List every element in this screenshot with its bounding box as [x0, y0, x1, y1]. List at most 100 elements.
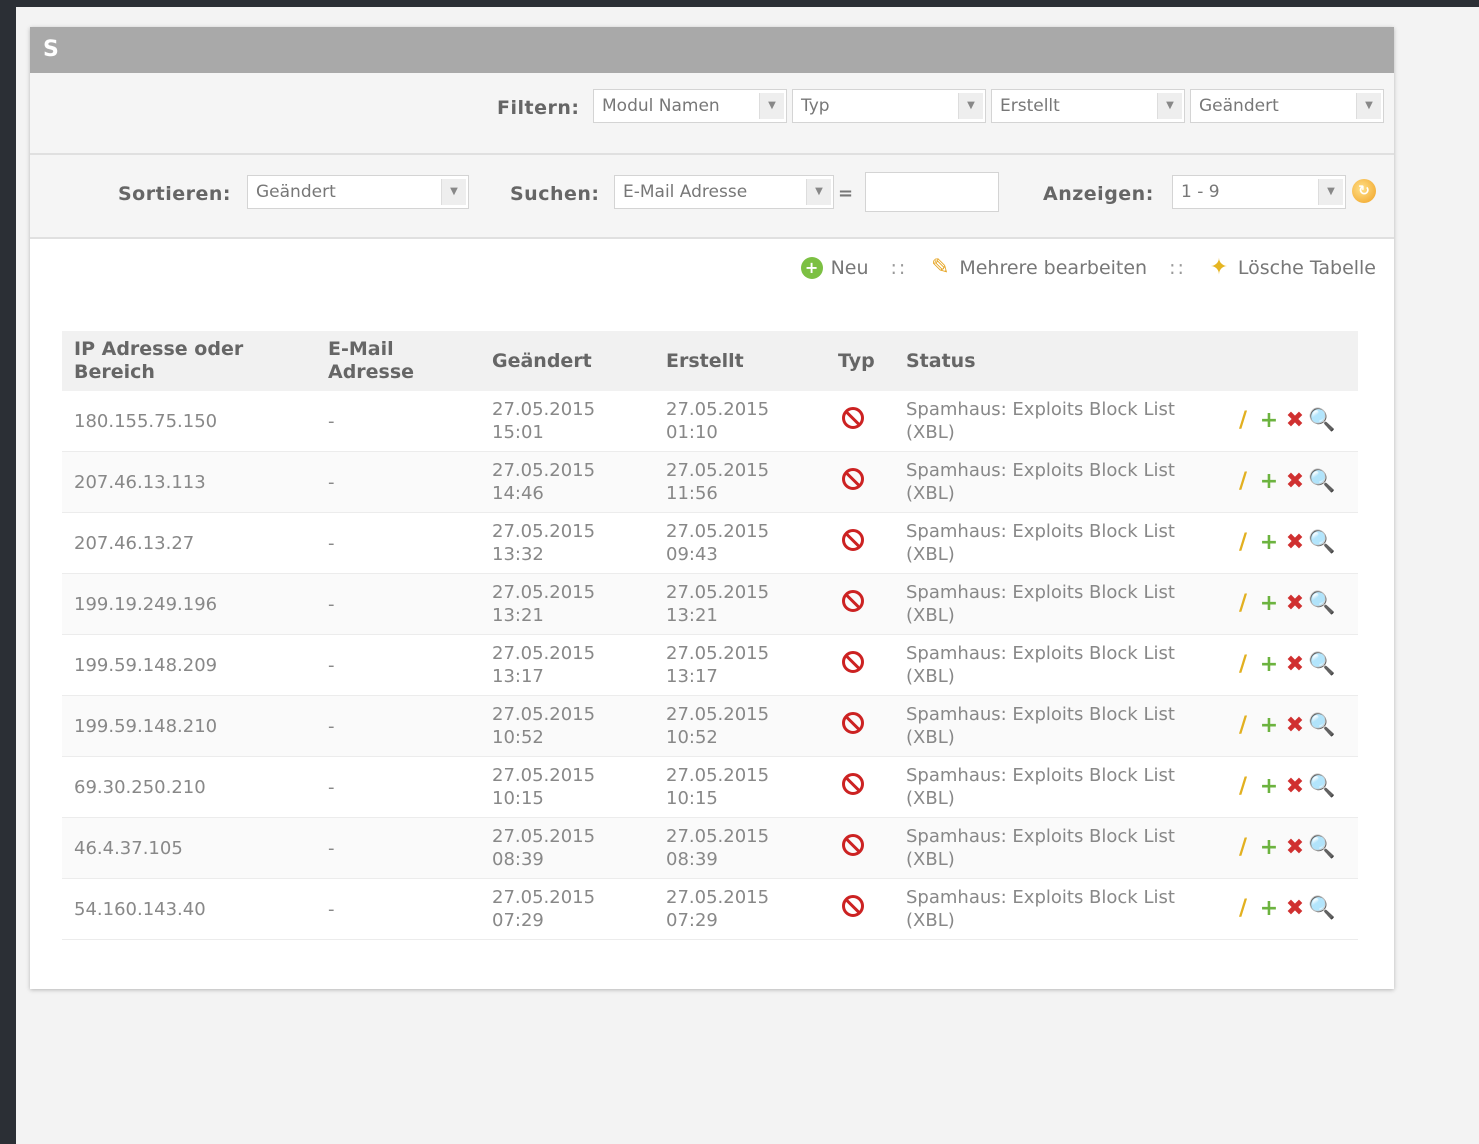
cell-ip: 199.19.249.196	[62, 573, 316, 635]
cell-type	[826, 634, 894, 696]
magnifier-icon[interactable]: 🔍	[1308, 714, 1335, 737]
header-status[interactable]: Status	[894, 331, 1218, 391]
cell-email: -	[316, 817, 480, 879]
cell-ip: 199.59.148.210	[62, 695, 316, 757]
multi-edit-button[interactable]: ✎ Mehrere bearbeiten	[929, 257, 1147, 280]
pencil-icon[interactable]: /	[1230, 592, 1256, 615]
cell-status: Spamhaus: Exploits Block List (XBL)	[894, 512, 1218, 574]
plus-icon[interactable]: +	[1256, 409, 1282, 432]
cell-email: -	[316, 878, 480, 940]
plus-icon[interactable]: +	[1256, 836, 1282, 859]
cell-status: Spamhaus: Exploits Block List (XBL)	[894, 878, 1218, 940]
cell-email: -	[316, 634, 480, 696]
cell-actions: / + ✖ 🔍	[1218, 512, 1358, 574]
pencil-icon[interactable]: /	[1230, 470, 1256, 493]
magnifier-icon[interactable]: 🔍	[1308, 897, 1335, 920]
cell-ip: 207.46.13.113	[62, 451, 316, 513]
show-count-select[interactable]: 1 - 9 ▼	[1172, 175, 1346, 209]
header-ip[interactable]: IP Adresse oder Bereich	[62, 331, 316, 391]
clear-table-button[interactable]: ✦ Lösche Tabelle	[1208, 257, 1376, 280]
delete-icon[interactable]: ✖	[1282, 592, 1308, 615]
cell-modified: 27.05.2015 14:46	[480, 451, 654, 513]
plus-icon[interactable]: +	[1256, 531, 1282, 554]
refresh-icon[interactable]: ↻	[1352, 179, 1376, 203]
cell-created: 27.05.2015 10:15	[654, 756, 826, 818]
plus-icon[interactable]: +	[1256, 470, 1282, 493]
new-button[interactable]: + Neu	[800, 257, 869, 279]
header-created[interactable]: Erstellt	[654, 331, 826, 391]
blocked-icon	[842, 407, 864, 429]
cell-actions: / + ✖ 🔍	[1218, 878, 1358, 940]
plus-circle-icon: +	[800, 257, 823, 279]
delete-icon[interactable]: ✖	[1282, 897, 1308, 920]
magnifier-icon[interactable]: 🔍	[1308, 775, 1335, 798]
pencil-icon[interactable]: /	[1230, 714, 1256, 737]
table-row: 54.160.143.40 - 27.05.2015 07:29 27.05.2…	[62, 878, 1358, 940]
cell-created: 27.05.2015 11:56	[654, 451, 826, 513]
blocked-icon	[842, 529, 864, 551]
pencil-icon[interactable]: /	[1230, 897, 1256, 920]
cell-email: -	[316, 573, 480, 635]
cell-created: 27.05.2015 13:17	[654, 634, 826, 696]
chevron-down-icon: ▼	[958, 93, 983, 119]
blocked-icon	[842, 468, 864, 490]
plus-icon[interactable]: +	[1256, 897, 1282, 920]
cell-created: 27.05.2015 09:43	[654, 512, 826, 574]
delete-icon[interactable]: ✖	[1282, 714, 1308, 737]
delete-icon[interactable]: ✖	[1282, 531, 1308, 554]
plus-icon[interactable]: +	[1256, 653, 1282, 676]
cell-actions: / + ✖ 🔍	[1218, 695, 1358, 757]
magnifier-icon[interactable]: 🔍	[1308, 653, 1335, 676]
cell-actions: / + ✖ 🔍	[1218, 391, 1358, 452]
header-email[interactable]: E-Mail Adresse	[316, 331, 480, 391]
header-type[interactable]: Typ	[826, 331, 894, 391]
delete-icon[interactable]: ✖	[1282, 653, 1308, 676]
plus-icon[interactable]: +	[1256, 714, 1282, 737]
pencil-icon[interactable]: /	[1230, 531, 1256, 554]
cell-type	[826, 391, 894, 452]
cell-actions: / + ✖ 🔍	[1218, 817, 1358, 879]
pencil-icon[interactable]: /	[1230, 775, 1256, 798]
search-label: Suchen:	[510, 183, 600, 205]
magnifier-icon[interactable]: 🔍	[1308, 409, 1335, 432]
pencil-icon[interactable]: /	[1230, 653, 1256, 676]
plus-icon[interactable]: +	[1256, 775, 1282, 798]
magnifier-icon[interactable]: 🔍	[1308, 836, 1335, 859]
sort-select[interactable]: Geändert ▼	[247, 175, 469, 209]
magnifier-icon[interactable]: 🔍	[1308, 592, 1335, 615]
search-field-select[interactable]: E-Mail Adresse ▼	[614, 175, 834, 209]
chevron-down-icon: ▼	[1356, 93, 1381, 119]
cell-status: Spamhaus: Exploits Block List (XBL)	[894, 391, 1218, 452]
plus-icon[interactable]: +	[1256, 592, 1282, 615]
cell-ip: 46.4.37.105	[62, 817, 316, 879]
delete-icon[interactable]: ✖	[1282, 470, 1308, 493]
cell-type	[826, 451, 894, 513]
delete-icon[interactable]: ✖	[1282, 409, 1308, 432]
table-row: 207.46.13.113 - 27.05.2015 14:46 27.05.2…	[62, 451, 1358, 513]
table-actions: + Neu :: ✎ Mehrere bearbeiten :: ✦ Lösch…	[800, 253, 1376, 283]
pencil-icon[interactable]: /	[1230, 836, 1256, 859]
filter-module-names-select[interactable]: Modul Namen ▼	[593, 89, 787, 123]
blocked-icon	[842, 590, 864, 612]
filter-type-select[interactable]: Typ ▼	[792, 89, 986, 123]
chevron-down-icon: ▼	[1318, 179, 1343, 205]
magnifier-icon[interactable]: 🔍	[1308, 470, 1335, 493]
cell-modified: 27.05.2015 15:01	[480, 391, 654, 452]
delete-icon[interactable]: ✖	[1282, 775, 1308, 798]
table-row: 69.30.250.210 - 27.05.2015 10:15 27.05.2…	[62, 756, 1358, 818]
search-input[interactable]	[865, 172, 999, 212]
panel-header: S	[30, 27, 1394, 73]
cell-type	[826, 756, 894, 818]
table-row: 180.155.75.150 - 27.05.2015 15:01 27.05.…	[62, 391, 1358, 452]
delete-icon[interactable]: ✖	[1282, 836, 1308, 859]
table-row: 207.46.13.27 - 27.05.2015 13:32 27.05.20…	[62, 512, 1358, 574]
filter-modified-select[interactable]: Geändert ▼	[1190, 89, 1384, 123]
cell-modified: 27.05.2015 10:52	[480, 695, 654, 757]
cell-type	[826, 878, 894, 940]
pencil-icon[interactable]: /	[1230, 409, 1256, 432]
table-row: 46.4.37.105 - 27.05.2015 08:39 27.05.201…	[62, 817, 1358, 879]
magnifier-icon[interactable]: 🔍	[1308, 531, 1335, 554]
header-modified[interactable]: Geändert	[480, 331, 654, 391]
filter-created-select[interactable]: Erstellt ▼	[991, 89, 1185, 123]
cell-status: Spamhaus: Exploits Block List (XBL)	[894, 634, 1218, 696]
